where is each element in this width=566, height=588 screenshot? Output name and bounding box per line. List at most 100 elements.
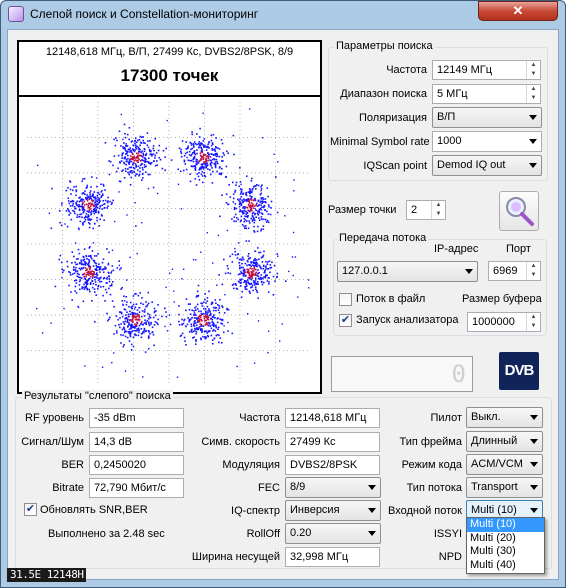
point-size-input[interactable]: 2 ▲ ▼: [406, 200, 446, 220]
plot-title: 17300 точек: [120, 66, 219, 85]
analyzer-checkbox[interactable]: ✔: [339, 314, 352, 327]
done-label: Выполнено за 2.48 sec: [48, 528, 165, 540]
fec-combo[interactable]: 8/9: [285, 477, 381, 498]
min-sr-combo-value: 1000: [437, 135, 462, 147]
min-sr-combo[interactable]: 1000: [432, 131, 542, 152]
frame-combo-value: Длинный: [471, 435, 518, 447]
dropdown-option[interactable]: Multi (30): [467, 545, 544, 559]
point-size-spinner[interactable]: ▲ ▼: [431, 201, 445, 219]
point-size-value: 2: [411, 204, 418, 216]
ip-combo-value: 127.0.0.1: [342, 265, 388, 277]
app-icon: [8, 6, 24, 22]
chevron-down-icon: [530, 508, 538, 513]
rf-label: RF уровень: [25, 412, 84, 424]
freq-spinner[interactable]: ▲ ▼: [526, 61, 540, 79]
input-stream-combo-value: Multi (10): [471, 504, 517, 516]
iqscan-combo[interactable]: Demod IQ out: [432, 155, 542, 176]
stream-type-combo-value: Transport: [471, 481, 518, 493]
chevron-down-icon: [530, 415, 538, 420]
magnifier-icon: [506, 197, 534, 226]
port-spinner[interactable]: ▲ ▼: [526, 262, 540, 280]
ber-label: BER: [61, 459, 84, 471]
chevron-down-icon: [530, 439, 538, 444]
buffer-label: Размер буфера: [462, 293, 542, 305]
snr-field: 14,3 dB: [89, 432, 184, 452]
buffer-spinner[interactable]: ▲ ▼: [526, 313, 540, 331]
chevron-down-icon: [465, 269, 473, 274]
dropdown-option[interactable]: Multi (40): [467, 559, 544, 573]
rolloff-combo-value: 0.20: [290, 527, 312, 539]
pilot-combo-value: Выкл.: [471, 411, 501, 423]
port-input-value: 6969: [493, 265, 518, 277]
frame-combo[interactable]: Длинный: [466, 431, 543, 452]
stream-group-title: Передача потока: [337, 232, 429, 244]
iq-combo-value: Инверсия: [290, 504, 340, 516]
ber-field: 0,2450020: [89, 455, 184, 475]
buffer-input-value: 1000000: [472, 316, 515, 328]
chevron-down-icon: [529, 115, 537, 120]
mod-field: DVBS2/8PSK: [285, 455, 380, 475]
dropdown-option[interactable]: Multi (20): [467, 532, 544, 546]
npd-label: NPD: [438, 551, 462, 563]
ip-label: IP-адрес: [434, 243, 479, 255]
frame-label: Тип фрейма: [399, 436, 462, 448]
code-combo[interactable]: ACM/VCM: [466, 454, 543, 475]
range-label: Диапазон поиска: [340, 88, 427, 100]
close-button[interactable]: ✕: [478, 1, 558, 21]
constellation-plot: [27, 102, 311, 386]
chevron-down-icon: [368, 531, 376, 536]
lcd-display: 0: [331, 356, 473, 392]
freq-input[interactable]: 12149 МГц ▲ ▼: [432, 60, 541, 80]
title-bar[interactable]: Слепой поиск и Constellation-мониторинг …: [0, 0, 566, 28]
lcd-value: 0: [451, 360, 466, 388]
chevron-down-icon: [368, 485, 376, 490]
stream-type-combo[interactable]: Transport: [466, 477, 543, 498]
iq-combo[interactable]: Инверсия: [285, 500, 381, 521]
bw-label: Ширина несущей: [191, 551, 280, 563]
chevron-down-icon: [530, 485, 538, 490]
input-stream-dropdown[interactable]: Multi (10) Multi (20) Multi (30) Multi (…: [466, 517, 545, 574]
range-spinner[interactable]: ▲ ▼: [526, 85, 540, 103]
window-title: Слепой поиск и Constellation-мониторинг: [30, 7, 259, 21]
fec-combo-value: 8/9: [290, 481, 306, 493]
sr-label: Симв. скорость: [201, 436, 280, 448]
pol-combo[interactable]: В/П: [432, 107, 542, 128]
mod-label: Модуляция: [222, 459, 280, 471]
snr-label: Сигнал/Шум: [21, 436, 84, 448]
plot-separator: [19, 95, 320, 97]
status-overlay: 31.5E 12148H: [7, 568, 87, 582]
rolloff-combo[interactable]: 0.20: [285, 523, 381, 544]
iq-label: IQ-спектр: [231, 505, 280, 517]
chevron-down-icon: [529, 139, 537, 144]
bitrate-field: 72,790 Мбит/с: [89, 478, 184, 498]
freq-input-value: 12149 МГц: [437, 64, 493, 76]
dvb-logo: DVB: [499, 352, 539, 390]
pilot-combo[interactable]: Выкл.: [466, 407, 543, 428]
results-group-title: Результаты "слепого" поиска: [22, 390, 173, 402]
scan-button[interactable]: [499, 191, 539, 231]
code-label: Режим кода: [401, 459, 462, 471]
code-combo-value: ACM/VCM: [471, 458, 523, 470]
bitrate-label: Bitrate: [52, 482, 84, 494]
constellation-panel: 12148,618 МГц, В/П, 27499 Кс, DVBS2/8PSK…: [17, 40, 322, 394]
min-sr-label: Minimal Symbol rate: [330, 136, 430, 148]
port-input[interactable]: 6969 ▲ ▼: [488, 261, 541, 281]
res-freq-field: 12148,618 МГц: [285, 408, 380, 428]
pol-combo-value: В/П: [437, 111, 456, 123]
analyzer-label: Запуск анализатора: [356, 314, 459, 326]
constellation-points: [36, 108, 310, 378]
ip-combo[interactable]: 127.0.0.1: [337, 261, 478, 282]
point-size-label: Размер точки: [328, 204, 397, 216]
update-snr-label: Обновлять SNR,BER: [40, 504, 148, 516]
bw-field: 32,998 МГц: [285, 547, 380, 567]
range-input[interactable]: 5 МГц ▲ ▼: [432, 84, 541, 104]
dropdown-option[interactable]: Multi (10): [467, 518, 544, 532]
input-stream-label: Входной поток: [388, 505, 462, 517]
update-snr-checkbox[interactable]: ✔: [24, 503, 37, 516]
rolloff-label: RollOff: [246, 528, 280, 540]
to-file-checkbox[interactable]: [339, 293, 352, 306]
buffer-input[interactable]: 1000000 ▲ ▼: [467, 312, 541, 332]
issyi-label: ISSYI: [433, 528, 462, 540]
chevron-down-icon: [529, 163, 537, 168]
fec-label: FEC: [258, 482, 280, 494]
